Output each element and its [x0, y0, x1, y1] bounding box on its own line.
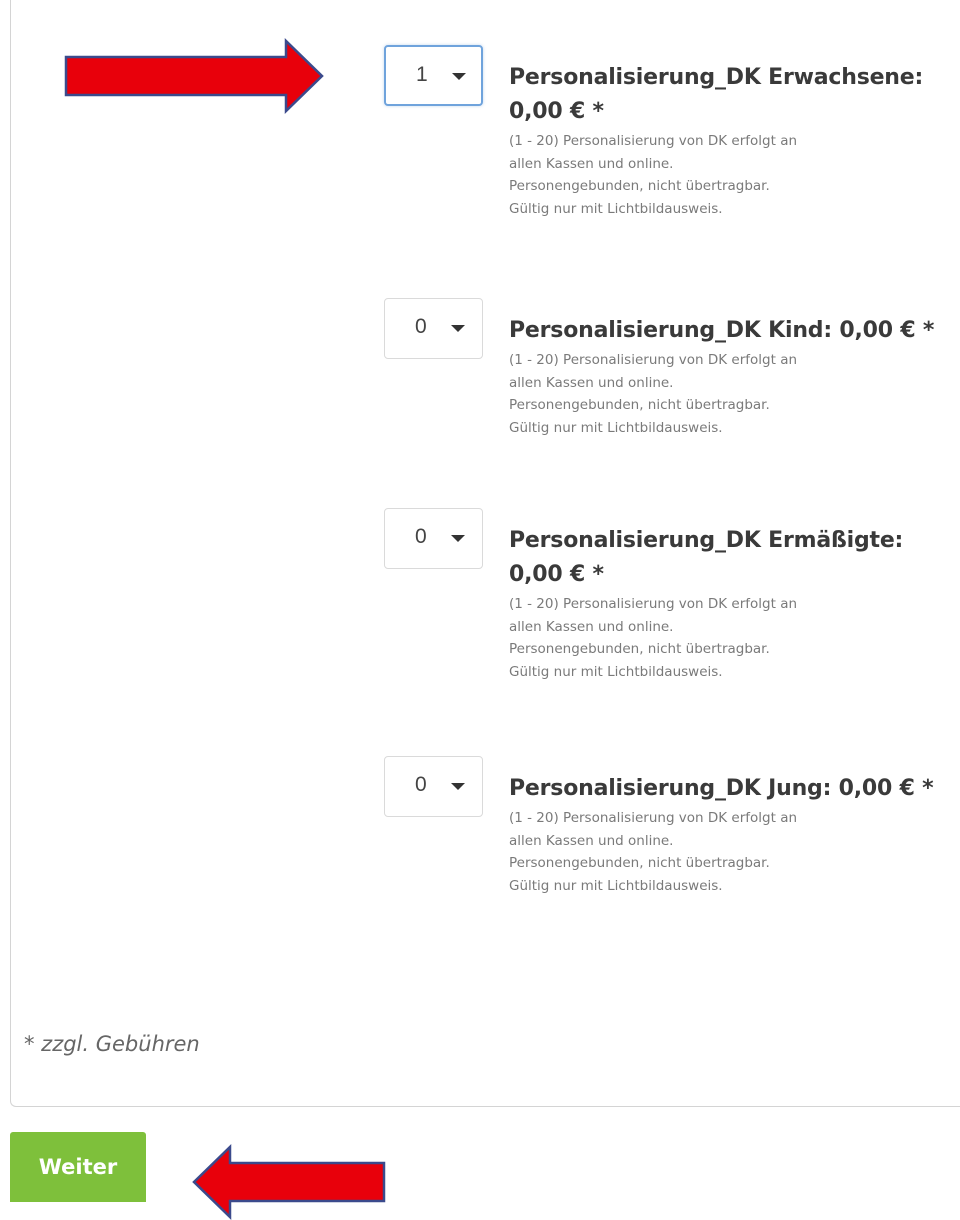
fee-note: * zzgl. Gebühren [24, 1032, 200, 1056]
ticket-info: Personalisierung_DK Jung: 0,00 € * (1 - … [509, 772, 960, 897]
ticket-name-line: Personalisierung_DK Erwachsene: [509, 65, 924, 90]
ticket-desc-line: (1 - 20) Personalisierung von DK erfolgt… [509, 810, 798, 826]
ticket-name-line: Personalisierung_DK Ermäßigte: [509, 528, 904, 553]
chevron-down-icon [451, 783, 465, 790]
ticket-desc-line: (1 - 20) Personalisierung von DK erfolgt… [509, 596, 798, 612]
ticket-desc-line: Gültig nur mit Lichtbildausweis. [509, 419, 723, 436]
ticket-desc-line: allen Kassen und online. [509, 618, 674, 635]
chevron-down-icon [451, 325, 465, 332]
quantity-select-reduced[interactable]: 0 [384, 508, 483, 569]
quantity-select-adult[interactable]: 1 [384, 45, 483, 106]
arrow-left-icon [192, 1144, 386, 1220]
chevron-down-icon [451, 535, 465, 542]
ticket-desc-line: allen Kassen und online. [509, 155, 674, 172]
ticket-desc-line: Personengebunden, nicht übertragbar. [509, 397, 770, 413]
ticket-price-line: 0,00 € * [509, 99, 604, 124]
quantity-value: 1 [416, 63, 428, 86]
ticket-desc-line: allen Kassen und online. [509, 832, 674, 849]
ticket-description: (1 - 20) Personalisierung von DK erfolgt… [509, 349, 960, 439]
ticket-name-line: Personalisierung_DK Kind: 0,00 € * [509, 318, 935, 343]
ticket-desc-line: Gültig nur mit Lichtbildausweis. [509, 200, 723, 217]
ticket-info: Personalisierung_DK Kind: 0,00 € * (1 - … [509, 314, 960, 439]
quantity-select-young[interactable]: 0 [384, 756, 483, 817]
ticket-desc-line: Personengebunden, nicht übertragbar. [509, 178, 770, 194]
ticket-name: Personalisierung_DK Jung: 0,00 € * [509, 772, 960, 806]
quantity-value: 0 [415, 315, 427, 338]
ticket-name: Personalisierung_DK Ermäßigte: 0,00 € * [509, 524, 960, 592]
ticket-name-line: Personalisierung_DK Jung: 0,00 € * [509, 776, 934, 801]
next-button[interactable]: Weiter [10, 1132, 146, 1202]
ticket-info: Personalisierung_DK Erwachsene: 0,00 € *… [509, 61, 960, 220]
ticket-name: Personalisierung_DK Kind: 0,00 € * [509, 314, 960, 348]
ticket-name: Personalisierung_DK Erwachsene: 0,00 € * [509, 61, 960, 129]
ticket-desc-line: (1 - 20) Personalisierung von DK erfolgt… [509, 133, 798, 149]
quantity-select-child[interactable]: 0 [384, 298, 483, 359]
ticket-desc-line: Gültig nur mit Lichtbildausweis. [509, 663, 723, 680]
ticket-desc-line: allen Kassen und online. [509, 374, 674, 391]
ticket-description: (1 - 20) Personalisierung von DK erfolgt… [509, 130, 960, 220]
chevron-down-icon [452, 73, 466, 80]
ticket-desc-line: Personengebunden, nicht übertragbar. [509, 855, 770, 871]
ticket-desc-line: (1 - 20) Personalisierung von DK erfolgt… [509, 352, 798, 368]
ticket-desc-line: Gültig nur mit Lichtbildausweis. [509, 877, 723, 894]
ticket-description: (1 - 20) Personalisierung von DK erfolgt… [509, 593, 960, 683]
arrow-right-icon [64, 38, 324, 114]
ticket-info: Personalisierung_DK Ermäßigte: 0,00 € * … [509, 524, 960, 683]
ticket-description: (1 - 20) Personalisierung von DK erfolgt… [509, 807, 960, 897]
ticket-price-line: 0,00 € * [509, 562, 604, 587]
ticket-desc-line: Personengebunden, nicht übertragbar. [509, 641, 770, 657]
quantity-value: 0 [415, 525, 427, 548]
quantity-value: 0 [415, 773, 427, 796]
